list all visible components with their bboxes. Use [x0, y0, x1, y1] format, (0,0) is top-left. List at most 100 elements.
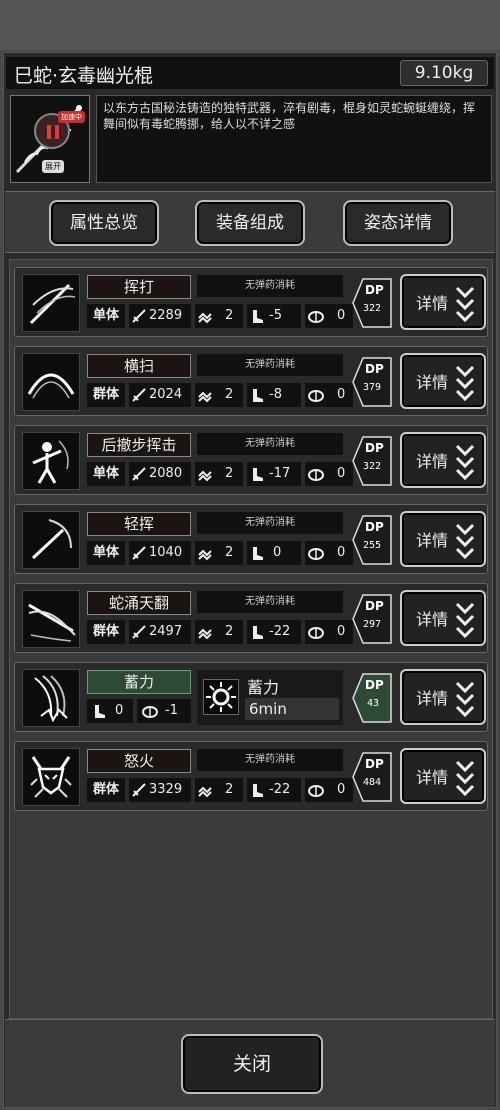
boot-icon: [253, 547, 263, 560]
tab-bar: 属性总览 装备组成 姿态详情: [5, 191, 495, 253]
hits-stat: 2: [195, 778, 243, 802]
tab-stance-details[interactable]: 姿态详情: [343, 200, 453, 246]
boot-icon: [95, 705, 105, 718]
stance-value: -22: [269, 782, 291, 797]
dp-badge: DP 43: [351, 672, 393, 724]
charge-icon: [22, 669, 80, 727]
boot-icon: [253, 784, 263, 797]
details-label: 详情: [416, 610, 449, 629]
sword-icon: [132, 546, 146, 560]
pause-icon: [46, 125, 60, 139]
weapon-panel: 巳蛇·玄毒幽光棍 9.10kg 以东方古国秘法铸造的独特武器，淬有剧毒，棍身如灵…: [3, 52, 497, 1108]
dp-badge: DP 379: [351, 356, 393, 408]
details-button[interactable]: 详情: [400, 748, 486, 804]
attack-value: 2080: [149, 466, 183, 481]
details-button[interactable]: 详情: [400, 590, 486, 646]
skill-name: 横扫: [87, 354, 191, 378]
combo-icon: [198, 549, 212, 561]
lungs-icon: [142, 706, 158, 718]
target-type: 单体: [87, 304, 125, 328]
stamina-value: 0: [337, 387, 346, 402]
stamina-value: 0: [337, 466, 346, 481]
chevrons-down-icon: [455, 681, 475, 718]
attack-value: 2024: [149, 387, 183, 402]
skill-row: 挥打 无弹药消耗 单体 2289 2 -5 0 DP 322 详情: [14, 267, 488, 337]
dp-value: 484: [363, 777, 382, 788]
stamina-stat: 0: [305, 383, 353, 407]
hits-value: 2: [225, 545, 234, 560]
dp-badge: DP 322: [351, 277, 393, 329]
chevrons-down-icon: [455, 365, 475, 402]
dp-value: 379: [363, 382, 382, 393]
dp-label: DP: [365, 678, 384, 692]
skill-name: 蛇涌天翻: [87, 591, 191, 615]
attack-stat: 2497: [129, 620, 191, 644]
chevrons-down-icon: [455, 286, 475, 323]
stance-value: -5: [269, 308, 282, 323]
attack-value: 3329: [149, 782, 183, 797]
details-button[interactable]: 详情: [400, 432, 486, 488]
sword-icon: [132, 467, 146, 481]
lungs-icon: [308, 785, 324, 797]
attack-value: 1040: [149, 545, 183, 560]
skill-row: 怒火 无弹药消耗 群体 3329 2 -22 0 DP 484 详情: [14, 741, 488, 811]
stance-stat: -22: [247, 620, 301, 644]
lungs-icon: [308, 627, 324, 639]
tab-attribute-overview[interactable]: 属性总览: [49, 200, 159, 246]
stance-value: 0: [273, 545, 282, 560]
combo-icon: [198, 786, 212, 798]
hits-value: 2: [225, 782, 234, 797]
details-button[interactable]: 详情: [400, 274, 486, 330]
hits-stat: 2: [195, 541, 243, 565]
boot-icon: [253, 626, 263, 639]
stance-stat: 0: [247, 541, 301, 565]
close-button[interactable]: 关闭: [181, 1034, 323, 1094]
skill-list: 挥打 无弹药消耗 单体 2289 2 -5 0 DP 322 详情 横扫 无弹药…: [9, 259, 493, 1019]
charge-time: 6min: [245, 698, 339, 720]
attack-stat: 2289: [129, 304, 191, 328]
skill-name: 后撤步挥击: [87, 433, 191, 457]
footer: 关闭: [5, 1019, 495, 1107]
dp-label: DP: [365, 757, 384, 771]
weapon-title: 巳蛇·玄毒幽光棍: [14, 65, 154, 87]
sword-icon: [132, 388, 146, 402]
attack-stat: 2024: [129, 383, 191, 407]
details-button[interactable]: 详情: [400, 511, 486, 567]
title-row: 巳蛇·玄毒幽光棍 9.10kg: [6, 57, 494, 89]
details-label: 详情: [416, 452, 449, 471]
skill-row: 蓄力 0 -1 蓄力 6min DP 43 详情: [14, 662, 488, 732]
details-label: 详情: [416, 531, 449, 550]
stamina-value: 0: [337, 782, 346, 797]
chevrons-down-icon: [455, 444, 475, 481]
dp-label: DP: [365, 520, 384, 534]
expand-button[interactable]: 展开: [42, 160, 64, 173]
boot-icon: [253, 310, 263, 323]
stamina-stat: 0: [305, 541, 353, 565]
stance-stat: 0: [87, 699, 133, 723]
pause-badge[interactable]: 加速中: [34, 111, 85, 149]
lungs-icon: [308, 311, 324, 323]
dp-label: DP: [365, 599, 384, 613]
combo-icon: [198, 312, 212, 324]
dp-badge: DP 322: [351, 435, 393, 487]
skill-row: 蛇涌天翻 无弹药消耗 群体 2497 2 -22 0 DP 297 详情: [14, 583, 488, 653]
details-label: 详情: [416, 768, 449, 787]
hits-value: 2: [225, 308, 234, 323]
stance-stat: -22: [247, 778, 301, 802]
hits-stat: 2: [195, 462, 243, 486]
light-swing-icon: [22, 511, 80, 569]
details-label: 详情: [416, 689, 449, 708]
ammo-cost: 无弹药消耗: [197, 275, 343, 297]
details-button[interactable]: 详情: [400, 669, 486, 725]
serpent-surge-icon: [22, 590, 80, 648]
backstep-strike-icon: [22, 432, 80, 490]
stamina-stat: 0: [305, 778, 353, 802]
chevrons-down-icon: [455, 523, 475, 560]
lungs-icon: [308, 390, 324, 402]
hits-value: 2: [225, 466, 234, 481]
dp-badge: DP 297: [351, 593, 393, 645]
stance-value: 0: [115, 703, 124, 718]
tab-equipment-composition[interactable]: 装备组成: [195, 200, 305, 246]
dp-label: DP: [365, 362, 384, 376]
details-button[interactable]: 详情: [400, 353, 486, 409]
